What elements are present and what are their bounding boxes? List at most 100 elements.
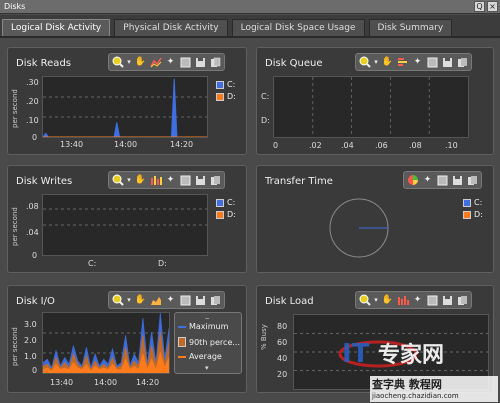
zoom-icon[interactable] <box>111 56 124 69</box>
legend-item-c[interactable]: C: <box>216 80 236 89</box>
window-titlebar: Disks Q × <box>0 0 500 14</box>
bar-chart-icon[interactable] <box>396 56 409 69</box>
panel-title: Disk Load <box>265 296 314 307</box>
tab-logical-disk-space-usage[interactable]: Logical Disk Space Usage <box>231 19 365 37</box>
legend-item-c[interactable]: C: <box>216 198 236 207</box>
disk-writes-panel: Disk Writes ▾ ✋ ✦ per second .08 .04 0 C… <box>7 165 247 273</box>
legend-item-d[interactable]: D: <box>216 92 236 101</box>
area-chart-icon[interactable] <box>149 294 162 307</box>
y-tick: .08 <box>26 202 39 211</box>
save-icon[interactable] <box>194 56 207 69</box>
watermark-logo: IT 专家网 <box>338 330 488 374</box>
copy-icon[interactable] <box>456 294 469 307</box>
legend-scroll-up[interactable]: ‒ <box>205 314 209 322</box>
y-tick: 0 <box>32 366 38 375</box>
copy-icon[interactable] <box>209 294 222 307</box>
disk-queue-plot <box>273 76 469 138</box>
x-tick: .06 <box>375 141 388 150</box>
y-axis-label: per second <box>11 89 19 128</box>
copy-icon[interactable] <box>466 174 479 187</box>
panel-toolbar: ▾ ✋ ✦ <box>355 291 472 309</box>
y-tick: .10 <box>26 116 39 125</box>
pan-hand-icon[interactable]: ✋ <box>134 174 147 187</box>
pan-hand-icon[interactable]: ✋ <box>381 294 394 307</box>
tab-divider <box>0 36 500 38</box>
pan-hand-icon[interactable]: ✋ <box>134 56 147 69</box>
disk-queue-panel: Disk Queue ▾ ✋ ✦ C: D: 0 .02 .04 .06 .08… <box>256 47 494 155</box>
zoom-icon[interactable] <box>111 294 124 307</box>
disk-reads-plot <box>42 76 208 138</box>
series-c-area <box>43 78 207 137</box>
x-tick: .10 <box>445 141 458 150</box>
x-tick: D: <box>158 259 167 268</box>
zoom-icon[interactable] <box>111 174 124 187</box>
save-icon[interactable] <box>194 174 207 187</box>
properties-icon[interactable] <box>179 174 192 187</box>
save-icon[interactable] <box>451 174 464 187</box>
chart-type-icon[interactable] <box>149 56 162 69</box>
close-window-button[interactable]: × <box>487 1 498 12</box>
y-axis-label: per second <box>11 327 19 366</box>
highlight-icon[interactable]: ✦ <box>421 174 434 187</box>
svg-text:IT: IT <box>342 339 370 369</box>
copy-icon[interactable] <box>456 56 469 69</box>
y-tick: .30 <box>26 78 39 87</box>
x-tick: 0 <box>273 141 279 150</box>
tab-bar: Logical Disk Activity Physical Disk Acti… <box>0 15 500 37</box>
column-chart-icon[interactable] <box>149 174 162 187</box>
legend-item-d[interactable]: D: <box>463 210 483 219</box>
x-tick: .08 <box>409 141 422 150</box>
legend-item-average[interactable]: Average <box>178 352 222 361</box>
pie-chart-icon[interactable] <box>406 174 419 187</box>
chevron-down-icon[interactable]: ▾ <box>126 294 132 307</box>
y-tick: 60 <box>277 338 288 347</box>
highlight-icon[interactable]: ✦ <box>164 174 177 187</box>
disk-io-panel: Disk I/O ▾ ✋ ✦ per second 3.0 2.0 1.0 0 … <box>7 285 247 393</box>
svg-text:专家网: 专家网 <box>378 342 444 368</box>
column-chart-icon[interactable] <box>396 294 409 307</box>
window-title: Disks <box>4 2 26 11</box>
chevron-down-icon[interactable]: ▾ <box>126 56 132 69</box>
highlight-icon[interactable]: ✦ <box>411 56 424 69</box>
y-tick: 40 <box>277 354 288 363</box>
legend: ‒ Maximum 90th perce... Average ▾ <box>174 312 242 374</box>
pan-hand-icon[interactable]: ✋ <box>134 294 147 307</box>
highlight-icon[interactable]: ✦ <box>411 294 424 307</box>
copy-icon[interactable] <box>209 56 222 69</box>
properties-icon[interactable] <box>179 56 192 69</box>
properties-icon[interactable] <box>426 56 439 69</box>
panel-toolbar: ▾ ✋ ✦ <box>108 171 225 189</box>
properties-icon[interactable] <box>179 294 192 307</box>
legend-scroll-down[interactable]: ▾ <box>205 364 209 372</box>
chevron-down-icon[interactable]: ▾ <box>126 174 132 187</box>
chevron-down-icon[interactable]: ▾ <box>373 56 379 69</box>
legend: C: D: <box>463 198 483 219</box>
legend-item-maximum[interactable]: Maximum <box>178 322 228 331</box>
tab-logical-disk-activity[interactable]: Logical Disk Activity <box>2 19 111 37</box>
x-tick: 13:40 <box>60 140 84 149</box>
pan-hand-icon[interactable]: ✋ <box>381 56 394 69</box>
save-icon[interactable] <box>441 56 454 69</box>
zoom-icon[interactable] <box>358 56 371 69</box>
x-tick: C: <box>88 259 97 268</box>
zoom-icon[interactable] <box>358 294 371 307</box>
highlight-icon[interactable]: ✦ <box>164 56 177 69</box>
search-window-button[interactable]: Q <box>474 1 485 12</box>
panel-toolbar: ▾ ✋ ✦ <box>108 291 225 309</box>
save-icon[interactable] <box>194 294 207 307</box>
tab-physical-disk-activity[interactable]: Physical Disk Activity <box>114 19 228 37</box>
legend-item-90th[interactable]: 90th perce... <box>178 337 240 347</box>
bar-label: D: <box>261 116 270 125</box>
x-tick: 14:00 <box>94 378 118 387</box>
save-icon[interactable] <box>441 294 454 307</box>
copy-icon[interactable] <box>209 174 222 187</box>
legend-item-c[interactable]: C: <box>463 198 483 207</box>
properties-icon[interactable] <box>436 174 449 187</box>
properties-icon[interactable] <box>426 294 439 307</box>
legend-item-d[interactable]: D: <box>216 210 236 219</box>
highlight-icon[interactable]: ✦ <box>164 294 177 307</box>
chevron-down-icon[interactable]: ▾ <box>373 294 379 307</box>
tab-disk-summary[interactable]: Disk Summary <box>368 19 453 37</box>
y-tick: 0 <box>32 251 38 260</box>
y-axis-label: per second <box>11 207 19 246</box>
